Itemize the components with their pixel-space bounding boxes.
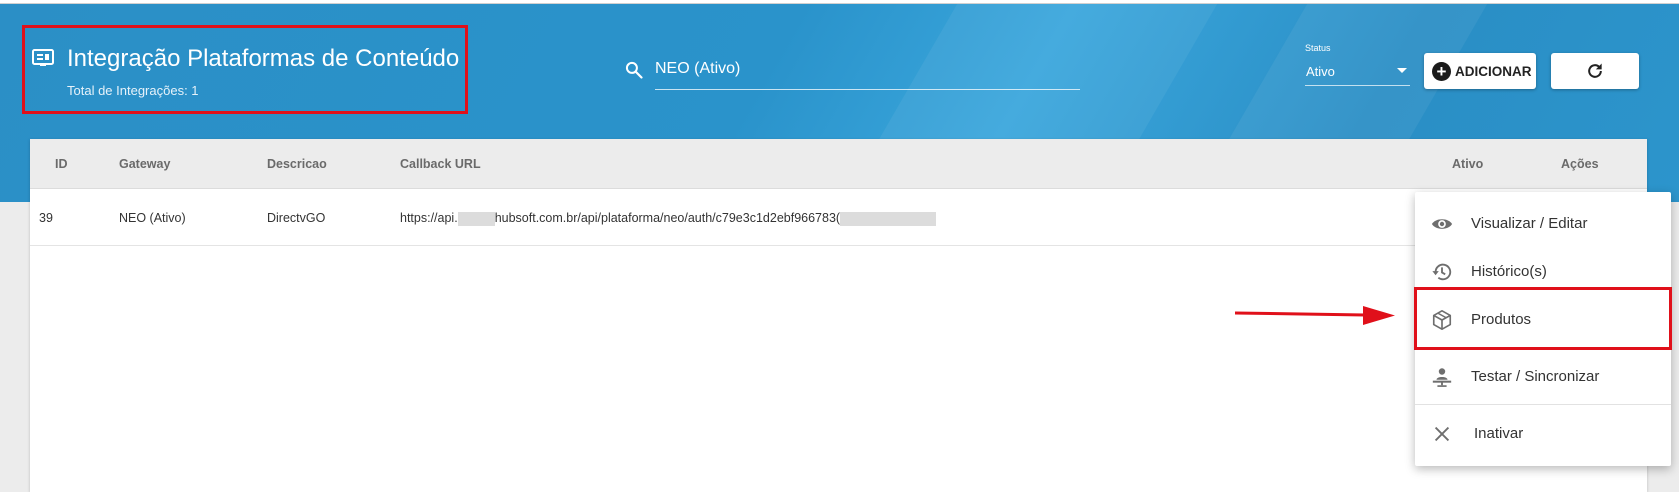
- refresh-icon: [1588, 63, 1602, 78]
- close-icon: [1434, 426, 1450, 442]
- menu-item-testar-sincronizar[interactable]: Testar / Sincronizar: [1415, 356, 1671, 396]
- search-input[interactable]: NEO (Ativo): [655, 60, 740, 78]
- sync-test-icon: [1432, 368, 1452, 387]
- column-header-acoes: Ações: [1561, 157, 1599, 171]
- redacted-block: [840, 211, 937, 226]
- add-button[interactable]: + ADICIONAR: [1424, 53, 1536, 89]
- integration-count: Total de Integrações: 1: [67, 83, 199, 98]
- status-underline: [1305, 85, 1410, 86]
- history-icon: [1432, 263, 1452, 281]
- status-select[interactable]: Ativo: [1306, 64, 1335, 79]
- column-header-gateway[interactable]: Gateway: [119, 157, 170, 171]
- cell-gateway: NEO (Ativo): [119, 211, 186, 225]
- annotation-arrow-icon: [1235, 306, 1395, 325]
- cell-id: 39: [39, 211, 53, 225]
- menu-item-visualizar-editar[interactable]: Visualizar / Editar: [1415, 203, 1671, 243]
- refresh-button[interactable]: [1551, 53, 1639, 89]
- eye-icon: [1431, 219, 1453, 229]
- menu-item-label: Inativar: [1474, 425, 1524, 442]
- menu-item-inativar[interactable]: Inativar: [1415, 413, 1671, 453]
- add-button-label: ADICIONAR: [1455, 63, 1532, 79]
- column-header-id[interactable]: ID: [55, 157, 68, 171]
- menu-item-label: Histórico(s): [1471, 263, 1547, 280]
- table-header: ID Gateway Descricao Callback URL Ativo …: [30, 139, 1647, 189]
- callback-url-middle: hubsoft.com.br/api/plataforma/neo/auth/c…: [494, 211, 841, 225]
- produtos-annotation-box: [1414, 287, 1672, 350]
- column-header-descricao[interactable]: Descricao: [267, 157, 327, 171]
- column-header-ativo[interactable]: Ativo: [1452, 157, 1483, 171]
- callback-url-prefix: https://api.: [400, 211, 458, 225]
- cell-callback-url: https://api. hubsoft.com.br/api/plataform…: [400, 211, 937, 226]
- page-title: Integração Plataformas de Conteúdo: [67, 45, 460, 72]
- cell-descricao: DirectvGO: [267, 211, 326, 225]
- add-circle-icon: +: [1432, 61, 1451, 81]
- menu-item-label: Testar / Sincronizar: [1471, 368, 1600, 385]
- menu-item-historico[interactable]: Histórico(s): [1415, 251, 1671, 291]
- menu-item-label: Visualizar / Editar: [1471, 215, 1588, 232]
- search-underline: [655, 89, 1080, 90]
- chevron-down-icon[interactable]: [1397, 68, 1407, 73]
- search-icon[interactable]: [624, 60, 644, 80]
- column-header-callback-url[interactable]: Callback URL: [400, 157, 481, 171]
- menu-divider: [1415, 404, 1671, 405]
- table-row[interactable]: 39 NEO (Ativo) DirectvGO https://api. hub…: [30, 189, 1647, 246]
- integrations-table: ID Gateway Descricao Callback URL Ativo …: [30, 139, 1647, 492]
- redacted-block: [457, 211, 495, 226]
- status-label: Status: [1305, 43, 1331, 53]
- article-card-icon: [32, 49, 54, 66]
